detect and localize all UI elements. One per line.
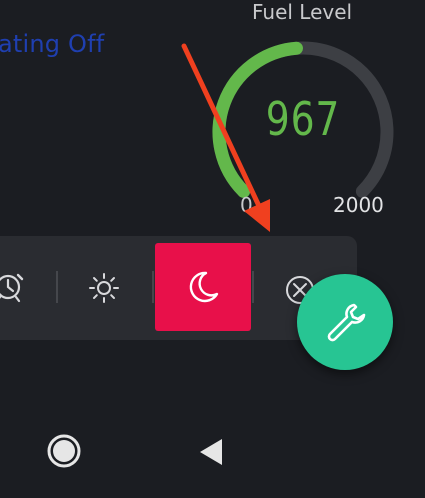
heating-status-label: ating Off (0, 30, 105, 58)
fuel-gauge-min-label: 0 (240, 193, 253, 217)
mode-button-night[interactable] (155, 243, 251, 331)
alarm-clock-icon (0, 273, 24, 303)
settings-fab-button[interactable] (297, 274, 393, 370)
mode-button-alarm[interactable] (0, 264, 30, 308)
mode-divider (56, 271, 58, 303)
back-triangle-icon[interactable] (198, 437, 224, 467)
mode-button-day[interactable] (84, 268, 124, 308)
fuel-gauge-value: 967 (265, 92, 341, 146)
mode-divider (252, 271, 254, 303)
mode-divider (152, 271, 154, 303)
moon-icon (189, 271, 219, 303)
app-screen: ating Off Fuel Level 967 0 2000 (0, 0, 425, 498)
fuel-gauge-max-label: 2000 (333, 193, 384, 217)
sun-icon (89, 273, 119, 303)
home-circle-icon[interactable] (46, 433, 82, 469)
wrench-icon (327, 303, 366, 342)
